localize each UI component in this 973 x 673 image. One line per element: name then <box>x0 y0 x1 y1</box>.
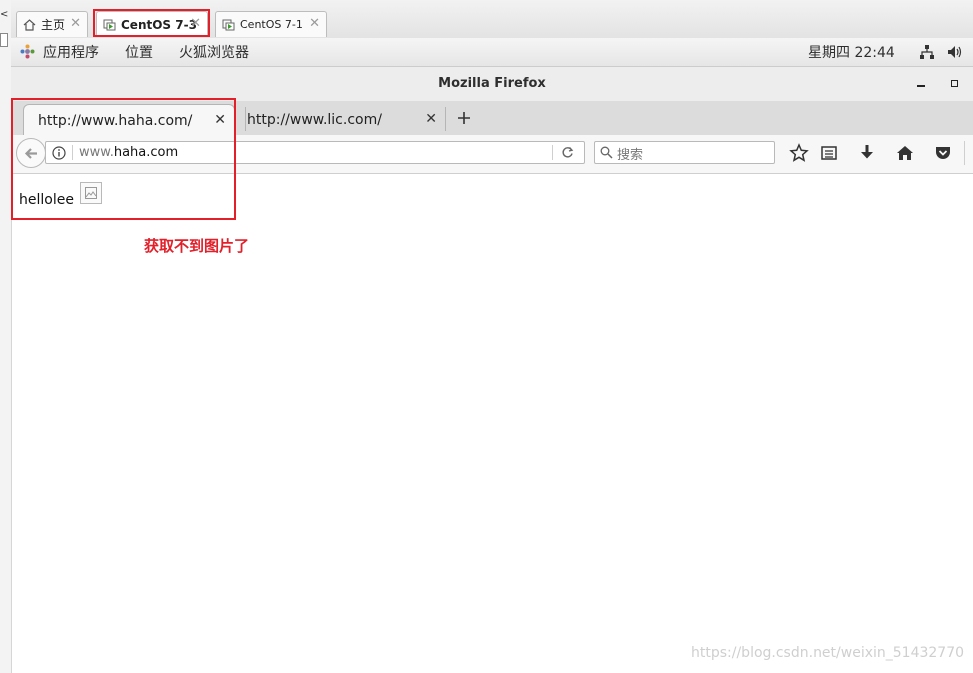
close-icon[interactable]: ✕ <box>70 16 81 31</box>
home-icon[interactable] <box>895 143 915 163</box>
download-icon[interactable] <box>857 143 877 163</box>
menu-places[interactable]: 位置 <box>125 42 153 62</box>
vm-tab-home[interactable]: 主页 ✕ <box>16 11 88 37</box>
page-content: hellolee 获取不到图片了 https://blog.csdn.net/w… <box>11 174 973 673</box>
minimize-icon[interactable] <box>917 85 925 87</box>
watermark: https://blog.csdn.net/weixin_51432770 <box>691 645 965 661</box>
tab-divider <box>245 107 246 131</box>
reader-list-icon[interactable] <box>819 143 839 163</box>
bookmark-star-icon[interactable] <box>789 143 809 163</box>
vm-tab-label: CentOS 7-1 <box>240 18 303 31</box>
gnome-foot-icon <box>20 44 35 59</box>
close-icon[interactable]: ✕ <box>309 16 320 31</box>
gnome-top-bar: 应用程序 位置 火狐浏览器 星期四 22:44 <box>11 38 973 67</box>
window-title-bar: Mozilla Firefox <box>11 67 973 102</box>
menu-applications[interactable]: 应用程序 <box>43 42 99 62</box>
url-divider <box>552 145 553 160</box>
strip-box <box>0 33 8 47</box>
strip-glyph: < <box>0 9 9 20</box>
vm-tab-bar: 主页 ✕ CentOS 7-3 ✕ CentOS 7-1 ✕ <box>11 0 973 39</box>
vm-running-icon <box>222 19 235 30</box>
pocket-icon[interactable] <box>933 143 953 163</box>
tab-divider <box>445 107 446 131</box>
maximize-icon[interactable] <box>951 80 958 87</box>
annotation-text: 获取不到图片了 <box>144 237 250 255</box>
reload-icon[interactable] <box>561 146 574 159</box>
clock[interactable]: 星期四 22:44 <box>808 42 895 62</box>
toolbar-divider <box>964 141 965 165</box>
browser-tab-lic[interactable]: http://www.lic.com/ ✕ <box>235 104 445 135</box>
new-tab-icon[interactable] <box>457 111 471 125</box>
window-title: Mozilla Firefox <box>438 76 546 91</box>
search-input[interactable]: 搜索 <box>594 141 775 164</box>
vm-tab-label: 主页 <box>41 18 66 32</box>
highlight-box-vm-tab <box>93 9 210 37</box>
highlight-box-browser <box>11 98 236 220</box>
close-tab-icon[interactable]: ✕ <box>425 111 437 127</box>
home-icon <box>23 18 36 31</box>
menu-firefox[interactable]: 火狐浏览器 <box>179 42 249 62</box>
vm-tab-centos-7-1[interactable]: CentOS 7-1 ✕ <box>215 11 327 37</box>
content-left-border <box>11 174 12 673</box>
search-placeholder: 搜索 <box>617 148 644 163</box>
volume-icon[interactable] <box>946 44 962 60</box>
search-icon <box>600 146 613 159</box>
network-icon[interactable] <box>919 44 935 60</box>
tab-label: http://www.lic.com/ <box>247 112 382 128</box>
